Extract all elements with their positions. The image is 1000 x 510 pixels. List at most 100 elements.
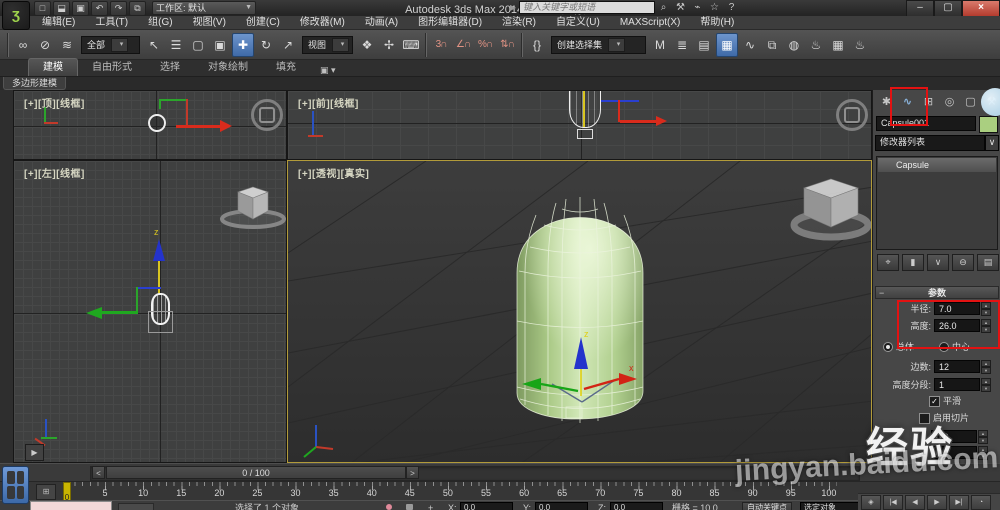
- redo-icon[interactable]: ↷: [110, 0, 127, 16]
- track-bar[interactable]: ⊞ 5 10 15 20 25 30 35 40 45 50 55 60 65 70 75 80 85 90 95 1…: [0, 481, 1000, 502]
- menu-item[interactable]: 自定义(U): [546, 16, 610, 30]
- create-tab-icon[interactable]: ✱: [877, 93, 896, 111]
- key-filter-dropdown[interactable]: 选定对象: [800, 502, 861, 510]
- select-and-scale-icon[interactable]: ↗: [278, 34, 298, 56]
- menu-item[interactable]: 渲染(R): [492, 16, 546, 30]
- maximize-button[interactable]: ▢: [934, 0, 962, 17]
- graphite-ribbon-toggle-icon[interactable]: ▦: [716, 32, 738, 57]
- angle-snap-icon[interactable]: ∠∩: [453, 34, 473, 56]
- smooth-checkbox[interactable]: ✓: [929, 396, 940, 407]
- menu-item[interactable]: 创建(C): [236, 16, 290, 30]
- radius-spinner[interactable]: ▲ ▼: [981, 302, 991, 316]
- schematic-view-icon[interactable]: ⧉: [762, 34, 782, 56]
- select-and-rotate-icon[interactable]: ↻: [256, 34, 276, 56]
- rectangular-selection-icon[interactable]: ▢: [188, 34, 208, 56]
- parameters-rollout-header[interactable]: − 参数: [875, 286, 999, 299]
- polygon-modeling-panel-button[interactable]: 多边形建模: [3, 77, 67, 90]
- height-segments-field[interactable]: 1: [934, 378, 980, 391]
- ribbon-tab[interactable]: 自由形式: [78, 59, 146, 76]
- snaps-toggle-3d-icon[interactable]: 3∩: [431, 34, 451, 56]
- ribbon-tab[interactable]: 填充: [262, 59, 310, 76]
- prev-frame-button[interactable]: ◀: [905, 494, 925, 510]
- render-setup-icon[interactable]: ♨: [806, 34, 826, 56]
- current-frame-marker[interactable]: 0: [63, 482, 71, 502]
- pin-stack-button[interactable]: ⌖: [877, 254, 899, 271]
- communication-center-icon[interactable]: ⌁: [689, 1, 706, 14]
- navigation-gizmo-icon[interactable]: [836, 99, 868, 131]
- configure-modifier-sets-button[interactable]: ▤: [977, 254, 999, 271]
- ribbon-config-icon[interactable]: ▣ ▾: [320, 65, 336, 76]
- use-pivot-center-icon[interactable]: ❖: [357, 34, 377, 56]
- select-and-manipulate-icon[interactable]: ✢: [379, 34, 399, 56]
- rendered-frame-window-icon[interactable]: ▦: [828, 34, 848, 56]
- menu-item[interactable]: 视图(V): [183, 16, 236, 30]
- radius-field[interactable]: 7.0: [934, 302, 980, 315]
- mirror-icon[interactable]: M: [650, 34, 670, 56]
- expand-panel-button[interactable]: ▶: [25, 444, 44, 461]
- capsule-top-view[interactable]: [148, 114, 166, 132]
- menu-item[interactable]: 组(G): [138, 16, 182, 30]
- time-config-button[interactable]: ◔: [971, 494, 991, 510]
- minimize-button[interactable]: –: [906, 0, 934, 17]
- selection-lock-icon[interactable]: [406, 504, 413, 510]
- remove-modifier-button[interactable]: ⊖: [952, 254, 974, 271]
- prompt-mini-icon[interactable]: [118, 503, 154, 510]
- material-editor-icon[interactable]: ◍: [784, 34, 804, 56]
- project-folder-icon[interactable]: ⧉: [129, 0, 146, 16]
- perspective-scene[interactable]: z x: [288, 161, 872, 463]
- isolate-selection-icon[interactable]: [386, 504, 392, 510]
- object-color-swatch[interactable]: [979, 116, 998, 133]
- select-and-link-icon[interactable]: ∞: [13, 34, 33, 56]
- capsule-front-view[interactable]: [569, 91, 601, 128]
- make-unique-button[interactable]: ∨: [927, 254, 949, 271]
- menu-item[interactable]: 图形编辑器(D): [408, 16, 492, 30]
- keyboard-override-icon[interactable]: ⌨: [401, 34, 421, 56]
- viewport-front[interactable]: [+][前][线框]: [287, 90, 872, 160]
- modify-tab-icon[interactable]: ∿: [898, 93, 917, 111]
- search-input[interactable]: 键入关键字或短语: [519, 1, 656, 14]
- select-and-move-icon[interactable]: ✚: [232, 32, 254, 57]
- named-selection-sets-icon[interactable]: {}: [527, 34, 547, 56]
- next-frame-button[interactable]: ▶|: [949, 494, 969, 510]
- show-end-result-button[interactable]: ▮: [902, 254, 924, 271]
- motion-tab-icon[interactable]: ◎: [940, 93, 959, 111]
- menu-item[interactable]: 帮助(H): [690, 16, 744, 30]
- layer-manager-icon[interactable]: ▤: [694, 34, 714, 56]
- menu-item[interactable]: MAXScript(X): [610, 16, 691, 30]
- display-tab-icon[interactable]: ▢: [961, 93, 980, 111]
- select-by-name-icon[interactable]: ☰: [166, 34, 186, 56]
- ribbon-tab[interactable]: 选择: [146, 59, 194, 76]
- menu-item[interactable]: 编辑(E): [32, 16, 85, 30]
- height-spinner[interactable]: ▲ ▼: [981, 319, 991, 333]
- workspace-tools-icon[interactable]: ⚒: [672, 1, 689, 14]
- menu-item[interactable]: 工具(T): [85, 16, 138, 30]
- viewport-perspective[interactable]: [+][透视][真实] z x: [287, 160, 872, 463]
- y-coordinate-field[interactable]: 0.0: [535, 502, 588, 510]
- viewport-left[interactable]: [+][左][线框] z: [13, 160, 287, 463]
- save-file-icon[interactable]: ▣: [72, 0, 89, 16]
- transform-type-in-icon[interactable]: +: [428, 503, 433, 510]
- search-go-icon[interactable]: ▶: [510, 3, 516, 12]
- key-mode-button[interactable]: ◈: [861, 494, 881, 510]
- percent-snap-icon[interactable]: %∩: [475, 34, 495, 56]
- viewport-top[interactable]: [+][顶][线框]: [13, 90, 287, 160]
- height-field[interactable]: 26.0: [934, 319, 980, 332]
- workspace-dropdown[interactable]: 工作区: 默认 ▼: [152, 1, 256, 15]
- reference-coordinate-dropdown[interactable]: 视图 ▾: [302, 35, 353, 54]
- search-icon[interactable]: ⌕: [655, 1, 672, 14]
- curve-editor-icon[interactable]: ∿: [740, 34, 760, 56]
- ribbon-tab[interactable]: 对象绘制: [194, 59, 262, 76]
- undo-icon[interactable]: ↶: [91, 0, 108, 16]
- sides-spinner[interactable]: ▲ ▼: [981, 360, 991, 374]
- play-button[interactable]: ▶: [927, 494, 947, 510]
- align-icon[interactable]: ≣: [672, 34, 692, 56]
- spinner-snap-icon[interactable]: ⇅∩: [497, 34, 517, 56]
- go-start-button[interactable]: |◀: [883, 494, 903, 510]
- window-crossing-icon[interactable]: ▣: [210, 34, 230, 56]
- ribbon-tab[interactable]: 建模: [28, 58, 78, 76]
- time-slider-handle[interactable]: 0 / 100: [106, 466, 406, 479]
- height-segments-spinner[interactable]: ▲ ▼: [981, 378, 991, 392]
- viewport-front-label[interactable]: [+][前][线框]: [298, 95, 359, 110]
- auto-key-button[interactable]: 自动关键点: [742, 502, 792, 510]
- object-name-field[interactable]: Capsule001: [876, 116, 976, 131]
